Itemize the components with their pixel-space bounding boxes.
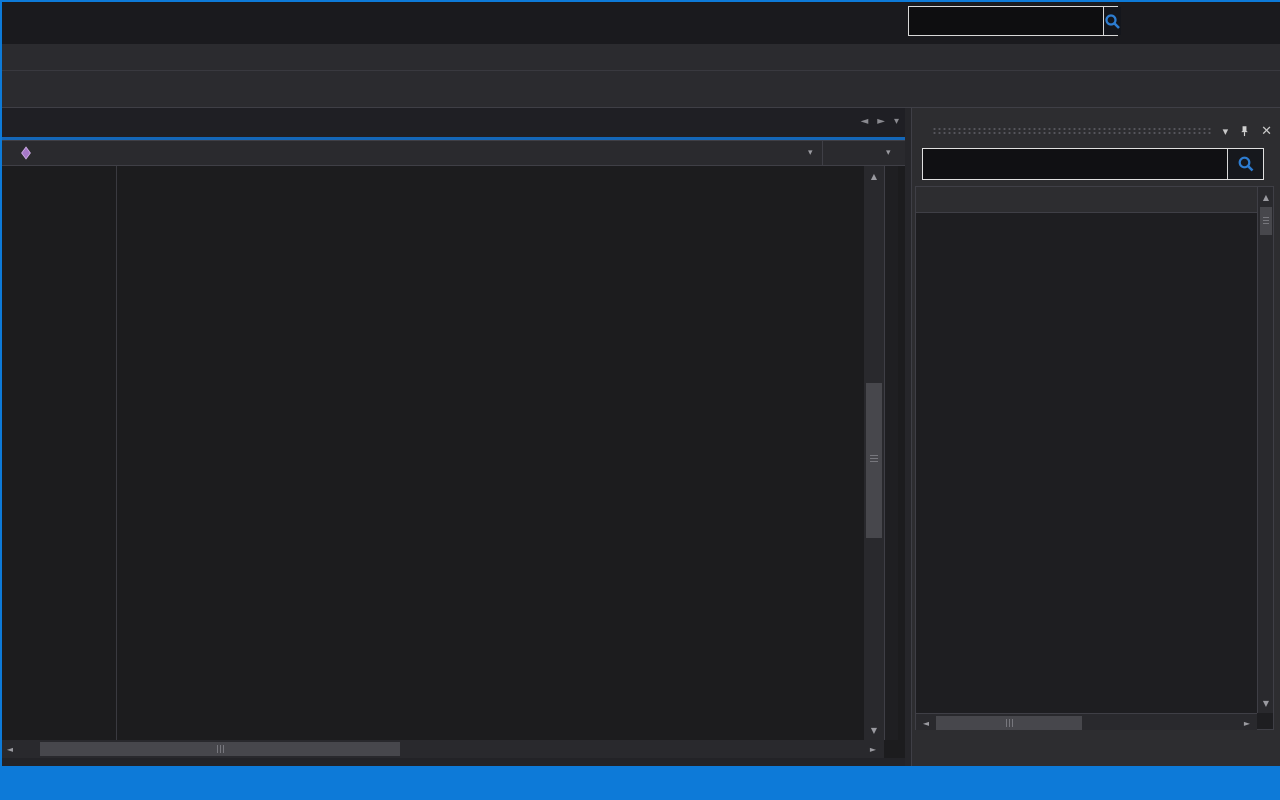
code-editor[interactable]: ▲ ▼ ◄ ► — [0, 166, 905, 758]
close-button[interactable] — [1224, 0, 1280, 42]
tab-scroll-controls: ◄ ► ▾ — [861, 116, 899, 127]
status-bar — [0, 766, 1280, 800]
window-top-border — [0, 0, 1280, 2]
table-horizontal-scrollbar[interactable]: ◄ ► — [916, 713, 1257, 730]
table-vertical-scrollbar[interactable]: ▲ ▼ — [1257, 187, 1273, 713]
gutter-separator — [116, 166, 117, 740]
divider — [822, 141, 823, 165]
panel-header: ▾ ✕ — [922, 120, 1272, 142]
filter-search-button[interactable] — [1227, 149, 1263, 179]
toolbar — [2, 71, 1280, 108]
zoom-caret-icon[interactable]: ▾ — [886, 148, 891, 158]
scrollbar-thumb[interactable] — [1260, 207, 1272, 235]
tab-list-caret-icon[interactable]: ▾ — [894, 116, 899, 127]
scrollbar-thumb[interactable] — [40, 742, 400, 756]
window-left-border — [0, 0, 2, 800]
scroll-down-icon[interactable]: ▼ — [864, 721, 884, 739]
scroll-down-icon[interactable]: ▼ — [1258, 694, 1274, 712]
tab-scroll-left-icon[interactable]: ◄ — [861, 116, 869, 127]
filter-input[interactable] — [923, 149, 1227, 179]
search-input[interactable] — [909, 7, 1103, 35]
scroll-left-icon[interactable]: ◄ — [917, 714, 935, 732]
scrollbar-thumb[interactable] — [936, 716, 1082, 730]
editor-tab-strip: ◄ ► ▾ — [0, 108, 905, 140]
library-filter-box — [922, 148, 1264, 180]
tab-scroll-right-icon[interactable]: ► — [877, 116, 885, 127]
editor-horizontal-scrollbar[interactable]: ◄ ► — [0, 740, 884, 758]
panel-drag-texture — [932, 127, 1213, 136]
pin-icon[interactable] — [1238, 125, 1251, 138]
minimize-button[interactable] — [1112, 0, 1168, 42]
scrollbar-thumb[interactable] — [866, 383, 882, 538]
code-navigation-bar: ▾ ▾ — [0, 140, 905, 166]
editor-vertical-scrollbar[interactable]: ▲ ▼ — [864, 166, 884, 740]
b4a-ide-window: ◄ ► ▾ ▾ ▾ ▲ ▼ ◄ — [0, 0, 1280, 800]
scroll-up-icon[interactable]: ▲ — [864, 167, 884, 185]
sub-icon — [18, 145, 34, 161]
error-marker-strip — [884, 166, 898, 740]
scroll-right-icon[interactable]: ► — [864, 740, 882, 758]
global-search-box — [908, 6, 1118, 36]
panel-splitter[interactable] — [905, 108, 912, 766]
sub-selector-dropdown[interactable] — [18, 141, 42, 165]
panel-menu-caret-icon[interactable]: ▾ — [1223, 125, 1229, 138]
panel-controls: ▾ ✕ — [1223, 124, 1272, 139]
menu-bar — [2, 44, 1280, 71]
table-body — [916, 213, 1257, 713]
maximize-button[interactable] — [1168, 0, 1224, 42]
table-header — [916, 187, 1257, 213]
titlebar — [0, 0, 1280, 44]
libraries-table: ▲ ▼ ◄ ► — [915, 186, 1274, 730]
scroll-right-icon[interactable]: ► — [1238, 714, 1256, 732]
libraries-manager-panel: ▾ ✕ ▲ — [912, 108, 1280, 766]
search-icon — [1237, 155, 1255, 173]
window-controls — [1112, 0, 1280, 42]
scroll-left-icon[interactable]: ◄ — [1, 740, 19, 758]
sub-selector-caret-icon[interactable]: ▾ — [808, 148, 813, 158]
panel-close-icon[interactable]: ✕ — [1261, 124, 1272, 139]
editor-bottom-gap — [0, 758, 905, 766]
scroll-up-icon[interactable]: ▲ — [1258, 188, 1274, 206]
